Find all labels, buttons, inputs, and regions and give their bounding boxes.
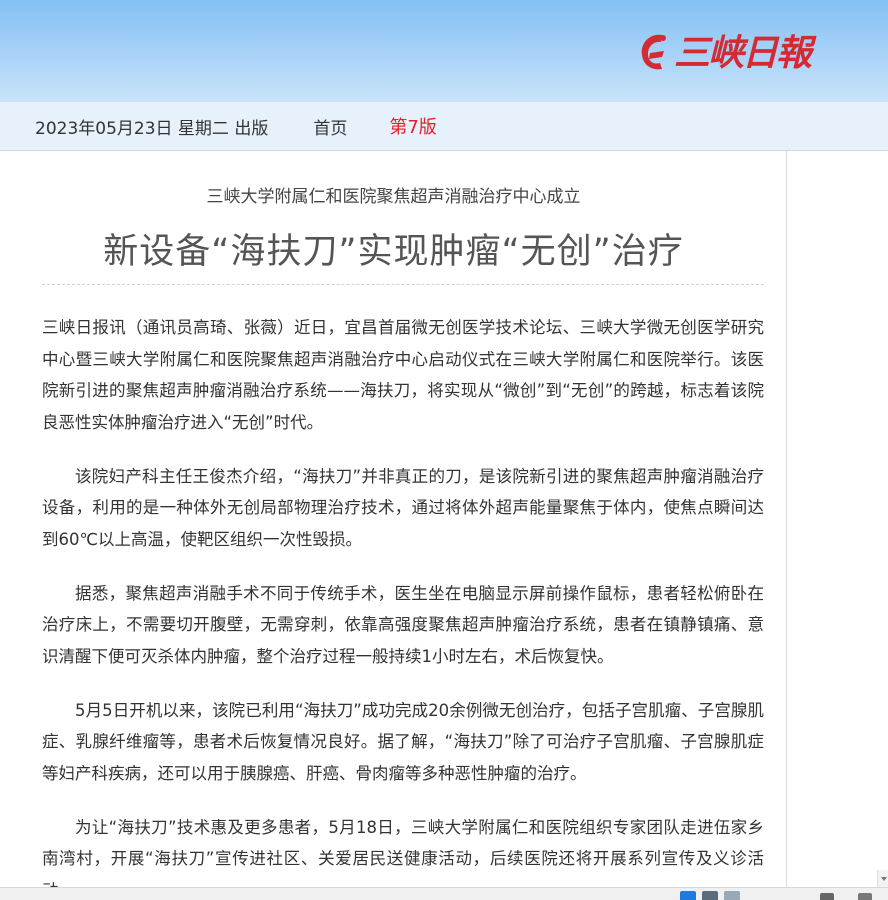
publication-date: 2023年05月23日 星期二 出版 (35, 118, 269, 139)
article-kicker: 三峡大学附属仁和医院聚焦超声消融治疗中心成立 (206, 187, 581, 207)
edition-navbar: 2023年05月23日 星期二 出版 首页 第7版 (0, 101, 888, 151)
logo-emblem-icon (641, 34, 666, 70)
article-headline: 新设备“海扶刀”实现肿瘤“无创”治疗 (103, 232, 684, 272)
article-panel: 三峡大学附属仁和医院聚焦超声消融治疗中心成立 新设备“海扶刀”实现肿瘤“无创”治… (0, 151, 787, 887)
headline-divider (42, 284, 764, 285)
app-icon[interactable] (724, 891, 740, 900)
article-paragraph: 该院妇产科主任王俊杰介绍，“海扶刀”并非真正的刀，是该院新引进的聚焦超声肿瘤消融… (42, 466, 764, 549)
article-paragraph: 为让“海扶刀”技术惠及更多患者，5月18日，三峡大学附属仁和医院组织专家团队走进… (42, 817, 764, 888)
horizontal-scrollbar[interactable] (0, 887, 888, 900)
article-paragraph: 据悉，聚焦超声消融手术不同于传统手术，医生坐在电脑显示屏前操作鼠标，患者轻松俯卧… (42, 583, 764, 666)
masthead: 三峡日報 (0, 0, 888, 101)
volume-icon[interactable] (858, 893, 872, 900)
logo-text: 三峡日報 (674, 32, 812, 74)
scroll-down-icon[interactable] (877, 870, 888, 887)
article-paragraph: 三峡日报讯（通讯员高琦、张薇）近日，宜昌首届微无创医学技术论坛、三峡大学微无创医… (42, 318, 764, 432)
taskbar-icons (680, 891, 740, 900)
edition-link[interactable]: 第7版 (389, 113, 436, 139)
app-icon[interactable] (680, 891, 696, 900)
network-icon[interactable] (820, 893, 834, 900)
right-sidebar (787, 151, 888, 887)
article-paragraph: 5月5日开机以来，该院已利用“海扶刀”成功完成20余例微无创治疗，包括子宫肌瘤、… (42, 700, 764, 783)
article-body: 三峡日报讯（通讯员高琦、张薇）近日，宜昌首届微无创医学技术论坛、三峡大学微无创医… (42, 312, 764, 887)
newspaper-logo[interactable]: 三峡日報 (636, 28, 812, 78)
home-link[interactable]: 首页 (313, 114, 347, 139)
app-icon[interactable] (702, 891, 718, 900)
